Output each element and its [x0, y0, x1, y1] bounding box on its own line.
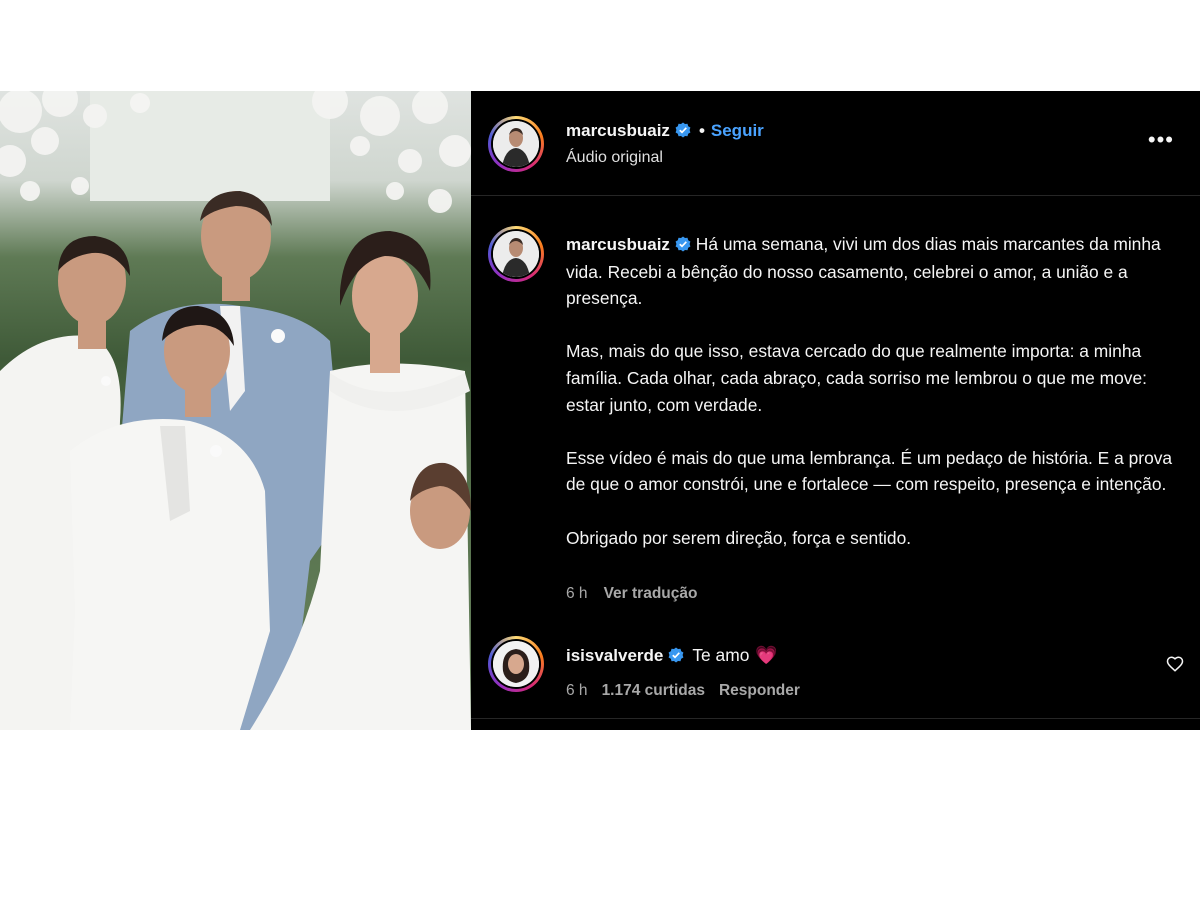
- caption-meta: 6 h Ver tradução: [566, 585, 697, 603]
- caption-timestamp[interactable]: 6 h: [566, 585, 588, 602]
- follow-button[interactable]: Seguir: [711, 121, 764, 140]
- heart-outline-icon[interactable]: [1166, 655, 1184, 673]
- post-caption: marcusbuaiz Há uma semana, vivi um dos d…: [566, 231, 1176, 551]
- comment-likes[interactable]: 1.174 curtidas: [602, 682, 705, 699]
- caption-avatar[interactable]: [488, 226, 544, 282]
- audio-label[interactable]: Áudio original: [566, 149, 663, 167]
- verified-badge-icon: [675, 236, 691, 252]
- comment-timestamp[interactable]: 6 h: [566, 682, 588, 699]
- header-title-row: marcusbuaiz • Seguir: [566, 121, 764, 141]
- caption-paragraph: Esse vídeo é mais do que uma lembrança. …: [566, 447, 1173, 495]
- post-header: marcusbuaiz • Seguir Áudio original •••: [471, 91, 1200, 196]
- comment-row: isisvalverde Te amo 💗: [566, 645, 778, 666]
- heart-emoji-icon: 💗: [755, 645, 778, 665]
- comment-text: Te amo: [692, 645, 750, 665]
- author-avatar-image: [493, 121, 539, 167]
- caption-paragraph: Obrigado por serem direção, força e sent…: [566, 527, 912, 548]
- header-separator: •: [698, 121, 705, 140]
- verified-badge-icon: [675, 122, 691, 138]
- instagram-post: marcusbuaiz • Seguir Áudio original ••• ma…: [0, 91, 1200, 730]
- see-translation-button[interactable]: Ver tradução: [604, 585, 698, 602]
- more-options-icon[interactable]: •••: [1148, 129, 1174, 151]
- wedding-family-photo: [0, 91, 471, 730]
- caption-paragraph: Mas, mais do que isso, estava cercado do…: [566, 341, 1147, 415]
- caption-avatar-image: [493, 231, 539, 277]
- post-photo[interactable]: [0, 91, 471, 730]
- verified-badge-icon: [668, 647, 684, 663]
- author-avatar[interactable]: [488, 116, 544, 172]
- reply-button[interactable]: Responder: [719, 682, 800, 699]
- author-username[interactable]: marcusbuaiz: [566, 121, 670, 140]
- divider: [471, 718, 1200, 719]
- commenter-username[interactable]: isisvalverde: [566, 646, 663, 665]
- post-sidebar: marcusbuaiz • Seguir Áudio original ••• ma…: [471, 91, 1200, 730]
- caption-username[interactable]: marcusbuaiz: [566, 235, 670, 254]
- commenter-avatar-image: [493, 641, 539, 687]
- comment-meta: 6 h 1.174 curtidas Responder: [566, 682, 814, 700]
- commenter-avatar[interactable]: [488, 636, 544, 692]
- caption-paragraph: marcusbuaiz Há uma semana, vivi um dos d…: [566, 231, 1176, 312]
